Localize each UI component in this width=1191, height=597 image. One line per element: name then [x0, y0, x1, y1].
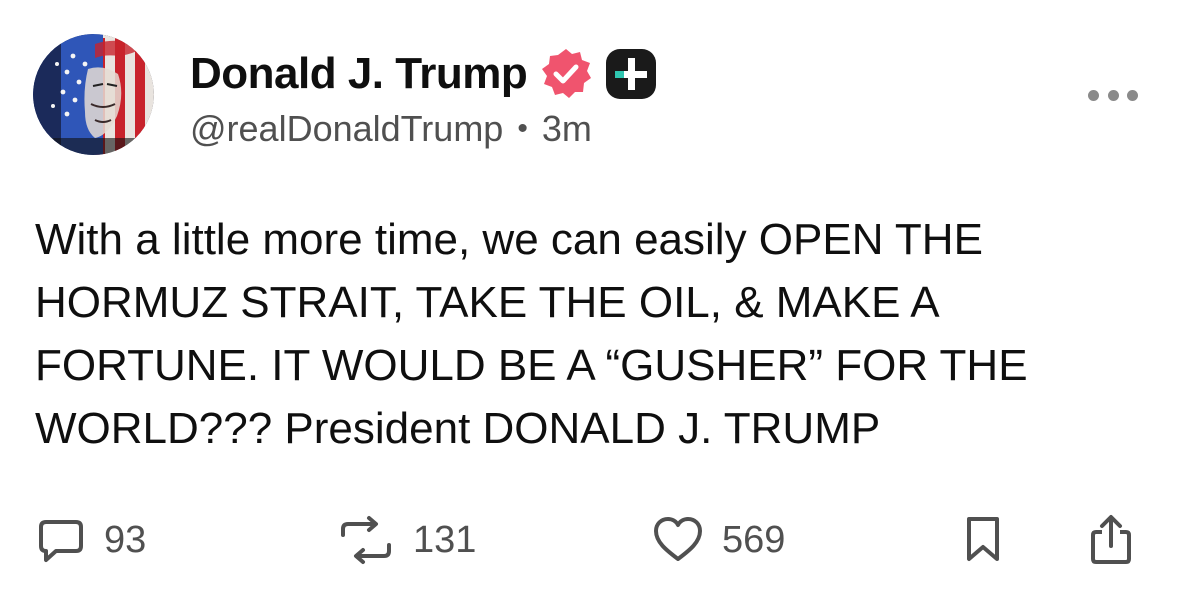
more-options-icon[interactable] [1088, 84, 1138, 106]
reply-count: 93 [104, 518, 147, 561]
reply-button[interactable]: 93 [36, 515, 146, 565]
like-count: 569 [722, 518, 786, 561]
avatar-flag-face-image [33, 34, 154, 155]
repost-count: 131 [413, 518, 477, 561]
share-icon [1091, 515, 1131, 564]
author-name-row: Donald J. Trump [190, 44, 657, 104]
like-button[interactable]: 569 [652, 515, 785, 565]
author-meta: @realDonaldTrump • 3m [190, 108, 592, 150]
more-dot [1088, 89, 1099, 101]
author-handle[interactable]: @realDonaldTrump [190, 108, 503, 150]
verified-badge-icon [539, 47, 593, 101]
action-bar: 93 131 569 [0, 505, 1191, 575]
more-dot [1127, 89, 1138, 101]
post-text: With a little more time, we can easily O… [35, 215, 1028, 453]
post-card: Donald J. Trump @realDonaldTrump • 3m Wi… [0, 0, 1191, 597]
repost-button[interactable]: 131 [337, 515, 476, 565]
meta-separator: • [517, 112, 528, 145]
plus-badge-icon [605, 48, 657, 100]
avatar[interactable] [33, 34, 154, 155]
more-dot [1107, 89, 1119, 101]
speech-bubble-icon [39, 520, 83, 562]
bookmark-button[interactable] [963, 515, 1003, 565]
heart-icon [654, 517, 702, 561]
bookmark-icon [967, 517, 999, 561]
share-button[interactable] [1088, 515, 1134, 565]
repost-arrows-icon [341, 516, 391, 564]
post-timestamp[interactable]: 3m [542, 108, 592, 150]
author-display-name[interactable]: Donald J. Trump [190, 49, 528, 99]
